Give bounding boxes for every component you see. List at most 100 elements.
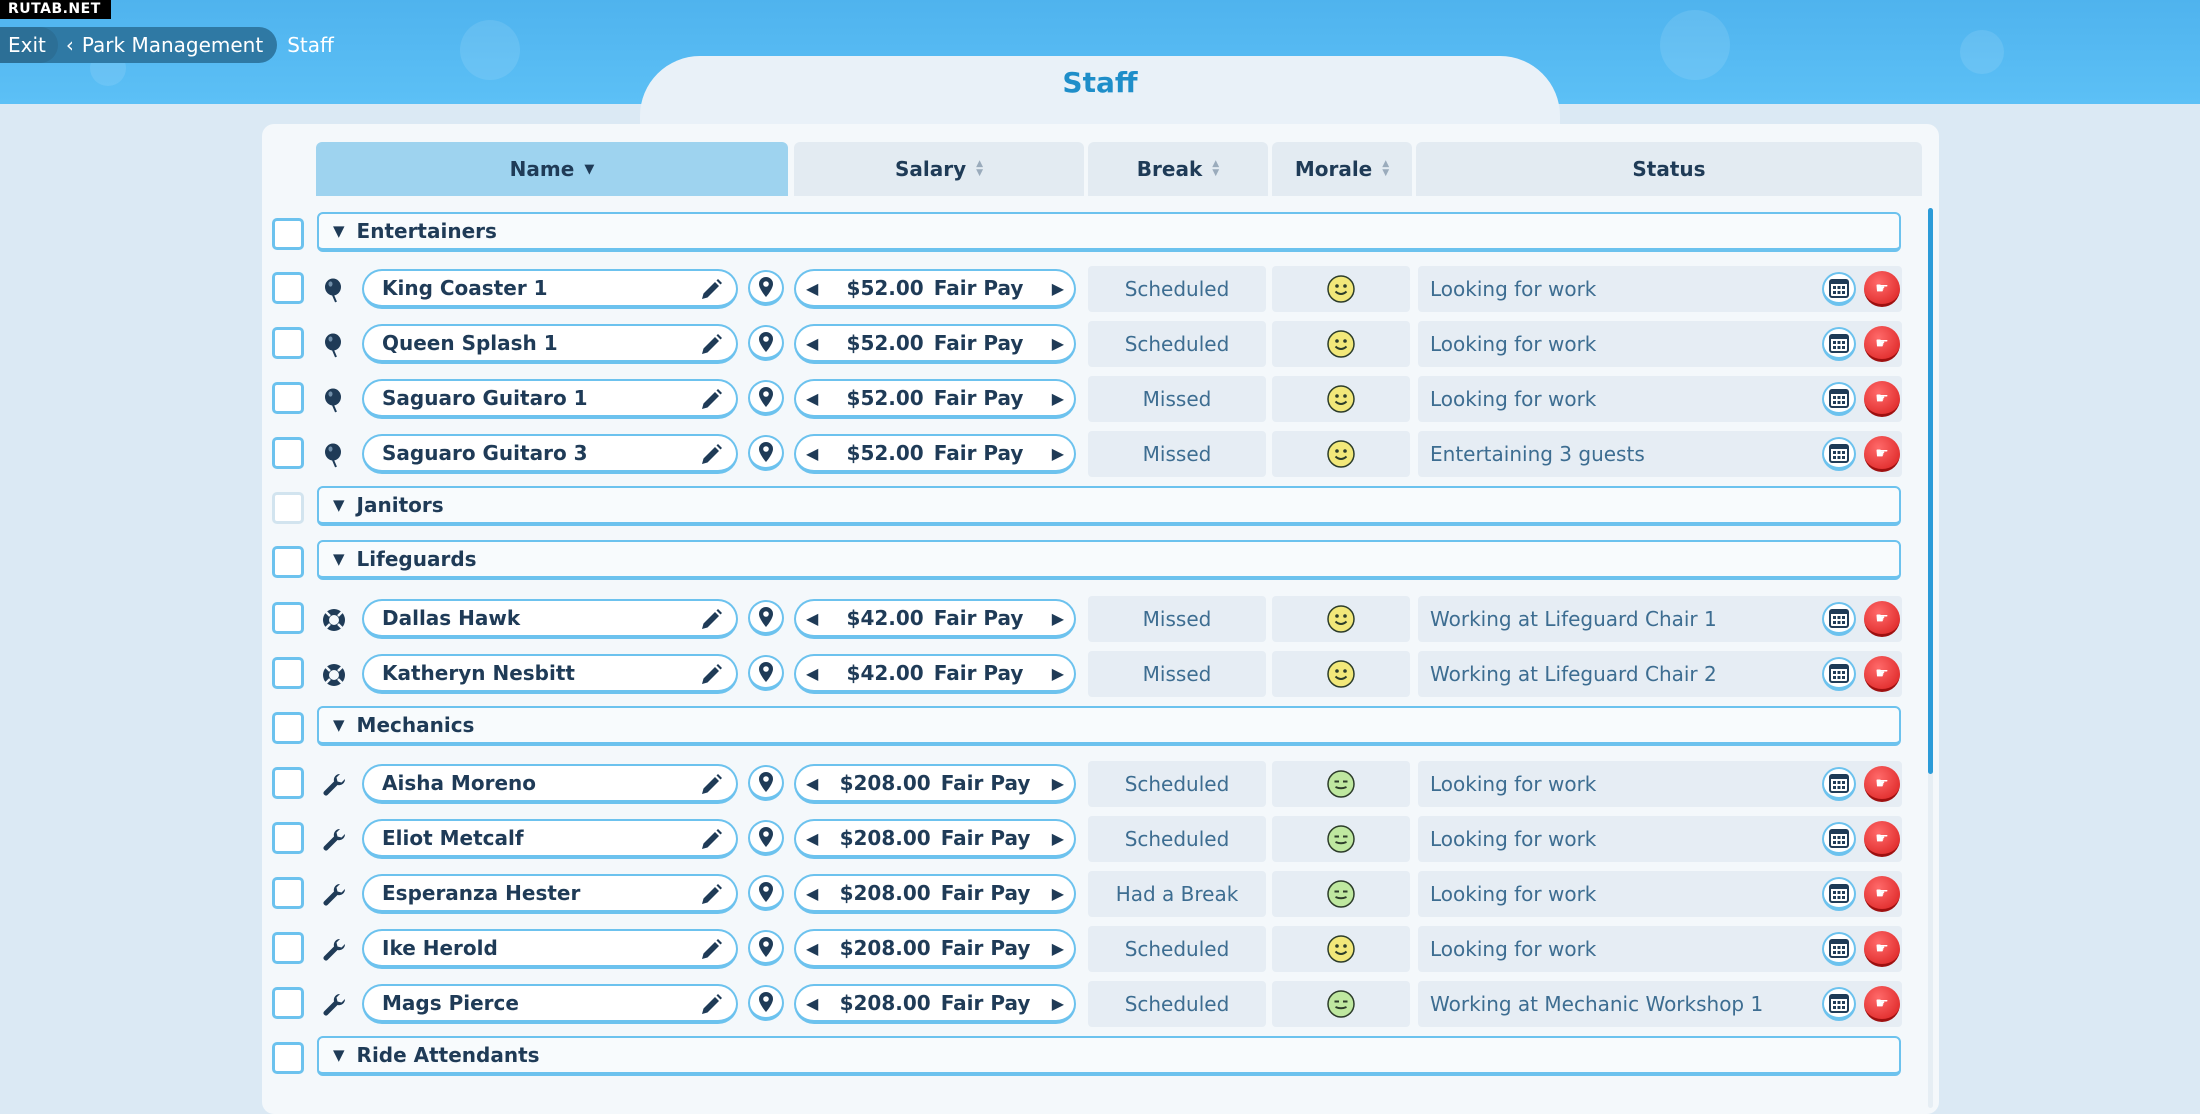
increase-salary-button[interactable]: ▶ (1052, 334, 1064, 353)
decrease-salary-button[interactable]: ◀ (806, 389, 818, 408)
rename-button[interactable] (698, 277, 724, 309)
locate-button[interactable] (748, 875, 784, 911)
group-ride-attendants[interactable]: ▼ Ride Attendants (317, 1036, 1901, 1076)
salary-stepper[interactable]: ◀ $208.00 Fair Pay ▶ (794, 819, 1076, 859)
schedule-button[interactable] (1822, 822, 1856, 856)
decrease-salary-button[interactable]: ◀ (806, 609, 818, 628)
salary-stepper[interactable]: ◀ $208.00 Fair Pay ▶ (794, 929, 1076, 969)
salary-stepper[interactable]: ◀ $52.00 Fair Pay ▶ (794, 434, 1076, 474)
locate-button[interactable] (748, 435, 784, 471)
select-checkbox[interactable] (272, 492, 304, 524)
staff-name-field[interactable]: Queen Splash 1 (362, 324, 738, 364)
salary-stepper[interactable]: ◀ $42.00 Fair Pay ▶ (794, 654, 1076, 694)
rename-button[interactable] (698, 607, 724, 639)
locate-button[interactable] (748, 765, 784, 801)
increase-salary-button[interactable]: ▶ (1052, 664, 1064, 683)
fire-staff-button[interactable]: ☛ (1864, 986, 1900, 1022)
fire-staff-button[interactable]: ☛ (1864, 271, 1900, 307)
rename-button[interactable] (698, 827, 724, 859)
decrease-salary-button[interactable]: ◀ (806, 664, 818, 683)
staff-name-field[interactable]: Katheryn Nesbitt (362, 654, 738, 694)
increase-salary-button[interactable]: ▶ (1052, 829, 1064, 848)
staff-name-field[interactable]: Esperanza Hester (362, 874, 738, 914)
fire-staff-button[interactable]: ☛ (1864, 381, 1900, 417)
break-column-header[interactable]: Break ▲ ▼ (1088, 142, 1268, 196)
salary-stepper[interactable]: ◀ $208.00 Fair Pay ▶ (794, 764, 1076, 804)
park-management-button[interactable]: ‹ Park Management (29, 27, 278, 63)
select-checkbox[interactable] (272, 327, 304, 359)
group-entertainers[interactable]: ▼ Entertainers (317, 212, 1901, 252)
decrease-salary-button[interactable]: ◀ (806, 994, 818, 1013)
fire-staff-button[interactable]: ☛ (1864, 601, 1900, 637)
select-checkbox[interactable] (272, 877, 304, 909)
increase-salary-button[interactable]: ▶ (1052, 609, 1064, 628)
fire-staff-button[interactable]: ☛ (1864, 821, 1900, 857)
fire-staff-button[interactable]: ☛ (1864, 326, 1900, 362)
select-checkbox[interactable] (272, 932, 304, 964)
select-checkbox[interactable] (272, 657, 304, 689)
select-checkbox[interactable] (272, 272, 304, 304)
select-checkbox[interactable] (272, 218, 304, 250)
group-janitors[interactable]: ▼ Janitors (317, 486, 1901, 526)
select-checkbox[interactable] (272, 602, 304, 634)
select-checkbox[interactable] (272, 1042, 304, 1074)
schedule-button[interactable] (1822, 877, 1856, 911)
select-checkbox[interactable] (272, 437, 304, 469)
rename-button[interactable] (698, 332, 724, 364)
salary-stepper[interactable]: ◀ $208.00 Fair Pay ▶ (794, 984, 1076, 1024)
morale-column-header[interactable]: Morale ▲ ▼ (1272, 142, 1412, 196)
select-checkbox[interactable] (272, 767, 304, 799)
staff-name-field[interactable]: Ike Herold (362, 929, 738, 969)
locate-button[interactable] (748, 380, 784, 416)
locate-button[interactable] (748, 655, 784, 691)
rename-button[interactable] (698, 442, 724, 474)
locate-button[interactable] (748, 600, 784, 636)
rename-button[interactable] (698, 387, 724, 419)
scrollbar-thumb[interactable] (1928, 208, 1933, 774)
select-checkbox[interactable] (272, 987, 304, 1019)
rename-button[interactable] (698, 662, 724, 694)
increase-salary-button[interactable]: ▶ (1052, 444, 1064, 463)
locate-button[interactable] (748, 820, 784, 856)
decrease-salary-button[interactable]: ◀ (806, 939, 818, 958)
select-checkbox[interactable] (272, 546, 304, 578)
staff-name-field[interactable]: Mags Pierce (362, 984, 738, 1024)
schedule-button[interactable] (1822, 932, 1856, 966)
decrease-salary-button[interactable]: ◀ (806, 444, 818, 463)
staff-name-field[interactable]: Saguaro Guitaro 3 (362, 434, 738, 474)
increase-salary-button[interactable]: ▶ (1052, 994, 1064, 1013)
salary-stepper[interactable]: ◀ $208.00 Fair Pay ▶ (794, 874, 1076, 914)
name-column-header[interactable]: Name ▼ (316, 142, 788, 196)
select-checkbox[interactable] (272, 822, 304, 854)
select-checkbox[interactable] (272, 382, 304, 414)
schedule-button[interactable] (1822, 987, 1856, 1021)
salary-stepper[interactable]: ◀ $42.00 Fair Pay ▶ (794, 599, 1076, 639)
schedule-button[interactable] (1822, 767, 1856, 801)
increase-salary-button[interactable]: ▶ (1052, 774, 1064, 793)
select-checkbox[interactable] (272, 712, 304, 744)
schedule-button[interactable] (1822, 657, 1856, 691)
rename-button[interactable] (698, 992, 724, 1024)
salary-stepper[interactable]: ◀ $52.00 Fair Pay ▶ (794, 269, 1076, 309)
fire-staff-button[interactable]: ☛ (1864, 876, 1900, 912)
staff-name-field[interactable]: Eliot Metcalf (362, 819, 738, 859)
fire-staff-button[interactable]: ☛ (1864, 436, 1900, 472)
schedule-button[interactable] (1822, 437, 1856, 471)
schedule-button[interactable] (1822, 382, 1856, 416)
schedule-button[interactable] (1822, 602, 1856, 636)
locate-button[interactable] (748, 325, 784, 361)
increase-salary-button[interactable]: ▶ (1052, 389, 1064, 408)
locate-button[interactable] (748, 985, 784, 1021)
fire-staff-button[interactable]: ☛ (1864, 766, 1900, 802)
salary-stepper[interactable]: ◀ $52.00 Fair Pay ▶ (794, 379, 1076, 419)
fire-staff-button[interactable]: ☛ (1864, 931, 1900, 967)
increase-salary-button[interactable]: ▶ (1052, 884, 1064, 903)
decrease-salary-button[interactable]: ◀ (806, 774, 818, 793)
decrease-salary-button[interactable]: ◀ (806, 279, 818, 298)
group-mechanics[interactable]: ▼ Mechanics (317, 706, 1901, 746)
salary-column-header[interactable]: Salary ▲ ▼ (794, 142, 1084, 196)
increase-salary-button[interactable]: ▶ (1052, 279, 1064, 298)
group-lifeguards[interactable]: ▼ Lifeguards (317, 540, 1901, 580)
schedule-button[interactable] (1822, 327, 1856, 361)
staff-name-field[interactable]: Saguaro Guitaro 1 (362, 379, 738, 419)
